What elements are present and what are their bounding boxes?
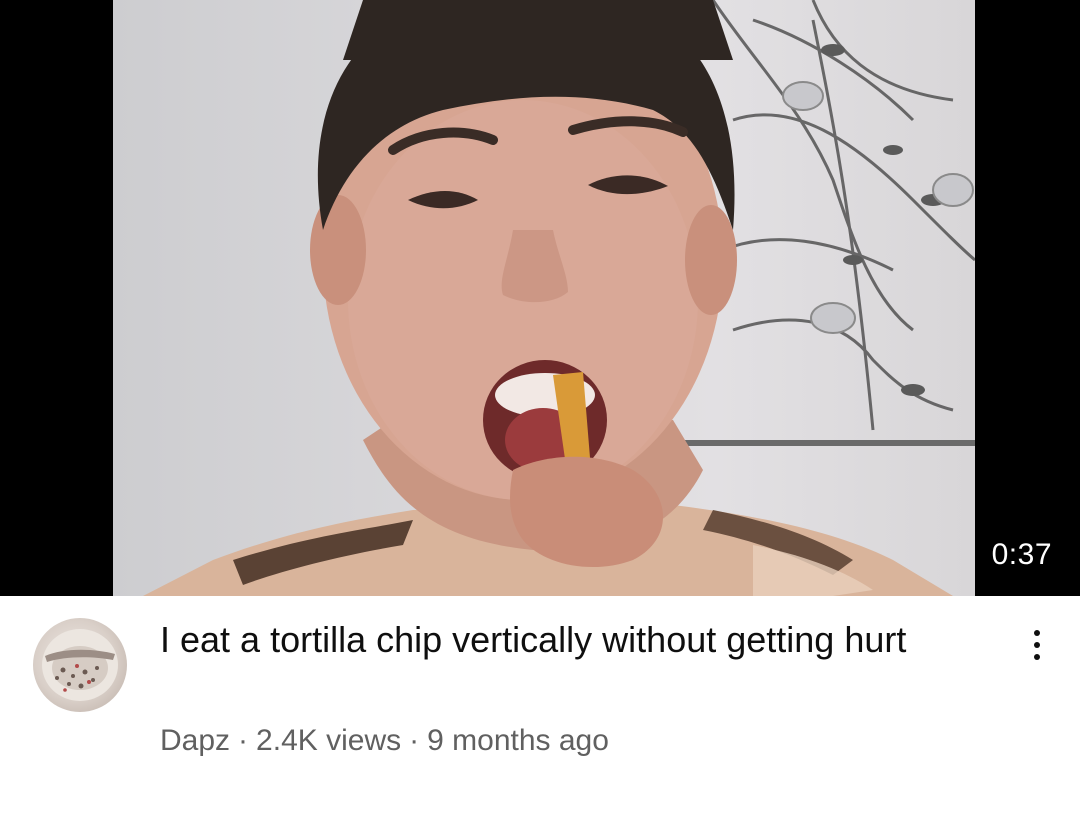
video-title[interactable]: I eat a tortilla chip vertically without… xyxy=(160,616,980,664)
menu-dot xyxy=(1034,654,1040,660)
thumbnail-frame xyxy=(113,0,975,596)
view-count: 2.4K views xyxy=(256,724,402,757)
thumbnail-image xyxy=(143,0,975,596)
video-metadata: Dapz · 2.4K views · 9 months ago xyxy=(160,724,609,758)
menu-dot xyxy=(1034,642,1040,648)
channel-name[interactable]: Dapz xyxy=(160,724,230,757)
avatar-image xyxy=(42,629,118,701)
duration-badge: 0:37 xyxy=(981,534,1062,576)
separator: · xyxy=(238,724,249,757)
separator: · xyxy=(409,724,420,757)
video-card[interactable]: 0:37 I eat a tortilla chip vertically wi… xyxy=(0,0,1080,820)
video-details: I eat a tortilla chip vertically without… xyxy=(0,596,1080,820)
more-vertical-icon[interactable] xyxy=(1014,620,1060,670)
menu-dot xyxy=(1034,630,1040,636)
video-thumbnail[interactable]: 0:37 xyxy=(0,0,1080,596)
upload-age: 9 months ago xyxy=(427,724,609,757)
channel-avatar[interactable] xyxy=(33,618,127,712)
